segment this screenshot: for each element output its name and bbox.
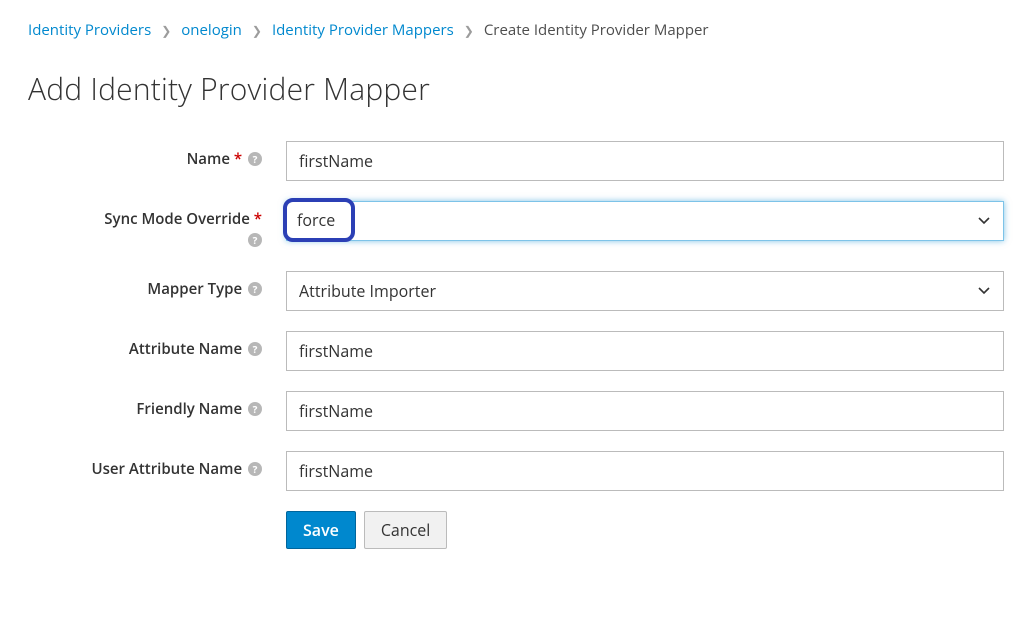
required-indicator: * [234,149,242,169]
button-row: Save Cancel [286,511,1004,549]
breadcrumb-link-identity-providers[interactable]: Identity Providers [28,20,151,40]
help-icon[interactable]: ? [248,342,262,356]
save-button[interactable]: Save [286,511,356,549]
friendly-name-input[interactable] [286,391,1004,431]
chevron-down-icon [977,284,991,298]
label-attribute-name: Attribute Name ? [28,331,286,360]
label-user-attribute-name: User Attribute Name ? [28,451,286,480]
label-name: Name * ? [28,141,286,170]
chevron-right-icon: ❯ [252,22,262,39]
label-friendly-name: Friendly Name ? [28,391,286,420]
breadcrumb: Identity Providers ❯ onelogin ❯ Identity… [28,20,1004,40]
page-title: Add Identity Provider Mapper [28,68,1004,109]
chevron-right-icon: ❯ [161,22,171,39]
breadcrumb-current: Create Identity Provider Mapper [484,20,709,40]
form-row-attribute-name: Attribute Name ? [28,331,1004,371]
required-indicator: * [254,209,262,229]
form-row-mapper-type: Mapper Type ? Attribute Importer [28,271,1004,311]
help-icon[interactable]: ? [248,402,262,416]
form-row-friendly-name: Friendly Name ? [28,391,1004,431]
chevron-down-icon [977,214,991,228]
name-input[interactable] [286,141,1004,181]
cancel-button[interactable]: Cancel [364,511,447,549]
mapper-type-select[interactable]: Attribute Importer [286,271,1004,311]
breadcrumb-link-onelogin[interactable]: onelogin [181,20,242,40]
help-icon[interactable]: ? [248,152,262,166]
help-icon[interactable]: ? [248,462,262,476]
attribute-name-input[interactable] [286,331,1004,371]
user-attribute-name-input[interactable] [286,451,1004,491]
form-row-name: Name * ? [28,141,1004,181]
label-mapper-type: Mapper Type ? [28,271,286,300]
sync-mode-select[interactable]: force [286,201,1004,241]
chevron-right-icon: ❯ [464,22,474,39]
form-row-sync-mode: Sync Mode Override * ? force force [28,201,1004,251]
help-icon[interactable]: ? [248,233,262,247]
breadcrumb-link-mappers[interactable]: Identity Provider Mappers [272,20,454,40]
help-icon[interactable]: ? [248,282,262,296]
label-sync-mode: Sync Mode Override * ? [28,201,286,251]
form-row-user-attribute-name: User Attribute Name ? [28,451,1004,491]
